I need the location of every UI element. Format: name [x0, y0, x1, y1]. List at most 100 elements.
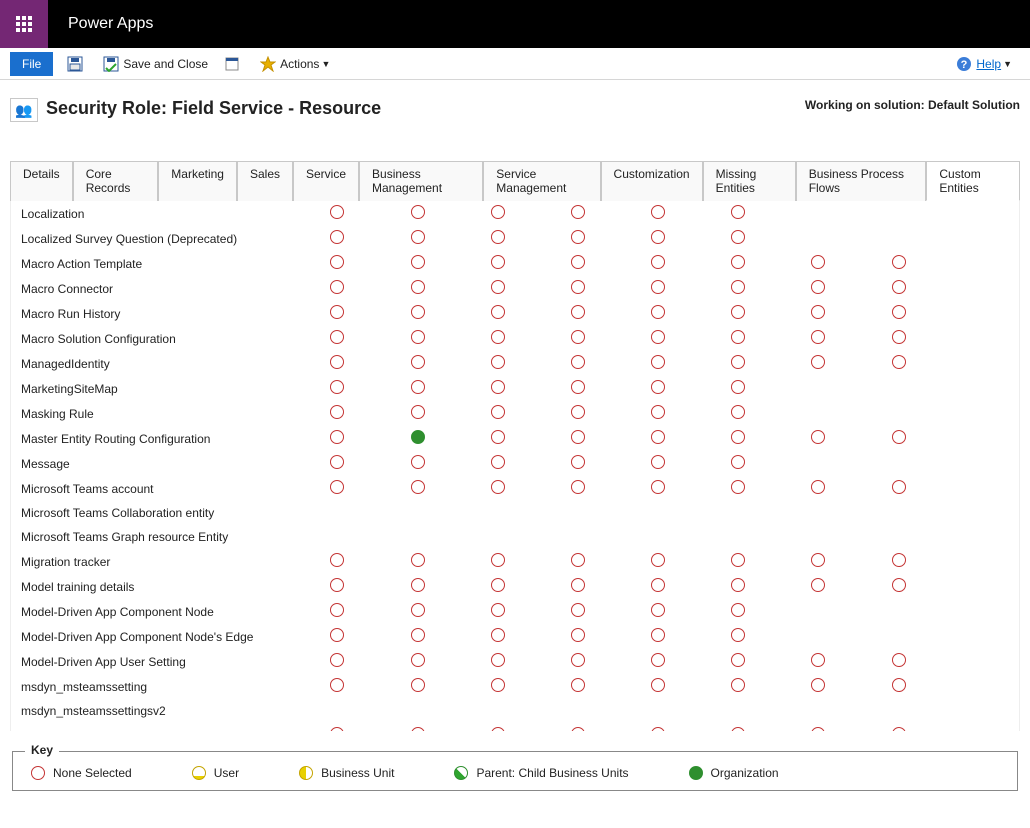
privilege-cell[interactable]: [618, 276, 698, 301]
privilege-cell[interactable]: [698, 699, 778, 723]
privilege-cell[interactable]: [859, 326, 939, 351]
none-icon[interactable]: [651, 330, 665, 344]
privilege-cell[interactable]: [859, 476, 939, 501]
none-icon[interactable]: [811, 280, 825, 294]
none-icon[interactable]: [651, 355, 665, 369]
tab-customization[interactable]: Customization: [601, 161, 703, 201]
none-icon[interactable]: [491, 330, 505, 344]
none-icon[interactable]: [491, 430, 505, 444]
none-icon[interactable]: [491, 578, 505, 592]
privilege-cell[interactable]: [859, 674, 939, 699]
privilege-cell[interactable]: [778, 476, 858, 501]
none-icon[interactable]: [411, 455, 425, 469]
none-icon[interactable]: [651, 603, 665, 617]
privilege-cell[interactable]: [618, 226, 698, 251]
none-icon[interactable]: [571, 455, 585, 469]
privilege-cell[interactable]: [458, 476, 538, 501]
privilege-cell[interactable]: [698, 201, 778, 226]
privilege-cell[interactable]: [297, 574, 377, 599]
privilege-cell[interactable]: [458, 301, 538, 326]
privilege-cell[interactable]: [698, 376, 778, 401]
privilege-cell[interactable]: [378, 624, 458, 649]
none-icon[interactable]: [651, 628, 665, 642]
privilege-cell[interactable]: [618, 201, 698, 226]
none-icon[interactable]: [731, 678, 745, 692]
privilege-cell[interactable]: [778, 326, 858, 351]
none-icon[interactable]: [411, 603, 425, 617]
none-icon[interactable]: [651, 430, 665, 444]
privilege-cell[interactable]: [859, 549, 939, 574]
privilege-cell[interactable]: [297, 226, 377, 251]
privilege-cell[interactable]: [538, 574, 618, 599]
none-icon[interactable]: [571, 430, 585, 444]
privilege-cell[interactable]: [698, 649, 778, 674]
privilege-cell[interactable]: [458, 351, 538, 376]
privilege-cell[interactable]: [778, 451, 858, 476]
privilege-cell[interactable]: [378, 549, 458, 574]
privilege-cell[interactable]: [618, 723, 698, 731]
none-icon[interactable]: [330, 455, 344, 469]
privilege-cell[interactable]: [378, 649, 458, 674]
privilege-cell[interactable]: [859, 201, 939, 226]
privilege-cell[interactable]: [859, 624, 939, 649]
none-icon[interactable]: [571, 380, 585, 394]
none-icon[interactable]: [491, 255, 505, 269]
privilege-cell[interactable]: [859, 525, 939, 549]
none-icon[interactable]: [892, 305, 906, 319]
privilege-cell[interactable]: [618, 401, 698, 426]
none-icon[interactable]: [811, 578, 825, 592]
none-icon[interactable]: [892, 480, 906, 494]
privilege-cell[interactable]: [378, 351, 458, 376]
privilege-cell[interactable]: [458, 376, 538, 401]
none-icon[interactable]: [491, 405, 505, 419]
none-icon[interactable]: [811, 355, 825, 369]
none-icon[interactable]: [731, 255, 745, 269]
privilege-cell[interactable]: [538, 426, 618, 451]
privilege-cell[interactable]: [939, 226, 1019, 251]
privilege-cell[interactable]: [538, 276, 618, 301]
none-icon[interactable]: [731, 578, 745, 592]
privilege-cell[interactable]: [378, 674, 458, 699]
none-icon[interactable]: [651, 455, 665, 469]
privilege-cell[interactable]: [538, 351, 618, 376]
tab-business-management[interactable]: Business Management: [359, 161, 483, 201]
privilege-cell[interactable]: [618, 376, 698, 401]
privilege-cell[interactable]: [378, 426, 458, 451]
privilege-cell[interactable]: [297, 326, 377, 351]
none-icon[interactable]: [411, 305, 425, 319]
none-icon[interactable]: [571, 578, 585, 592]
privilege-cell[interactable]: [538, 699, 618, 723]
tab-details[interactable]: Details: [10, 161, 73, 201]
privilege-cell[interactable]: [538, 723, 618, 731]
privilege-cell[interactable]: [618, 624, 698, 649]
privilege-cell[interactable]: [378, 723, 458, 731]
privilege-cell[interactable]: [297, 476, 377, 501]
privilege-cell[interactable]: [778, 426, 858, 451]
none-icon[interactable]: [731, 305, 745, 319]
privilege-cell[interactable]: [778, 674, 858, 699]
none-icon[interactable]: [571, 678, 585, 692]
privilege-cell[interactable]: [538, 501, 618, 525]
none-icon[interactable]: [411, 553, 425, 567]
privilege-cell[interactable]: [778, 276, 858, 301]
none-icon[interactable]: [811, 480, 825, 494]
none-icon[interactable]: [892, 280, 906, 294]
none-icon[interactable]: [651, 255, 665, 269]
privilege-cell[interactable]: [458, 525, 538, 549]
none-icon[interactable]: [411, 255, 425, 269]
none-icon[interactable]: [651, 653, 665, 667]
none-icon[interactable]: [892, 255, 906, 269]
none-icon[interactable]: [811, 255, 825, 269]
none-icon[interactable]: [892, 553, 906, 567]
privilege-cell[interactable]: [778, 723, 858, 731]
none-icon[interactable]: [731, 330, 745, 344]
privilege-cell[interactable]: [778, 525, 858, 549]
none-icon[interactable]: [491, 380, 505, 394]
none-icon[interactable]: [731, 380, 745, 394]
privilege-cell[interactable]: [859, 276, 939, 301]
privilege-cell[interactable]: [698, 674, 778, 699]
none-icon[interactable]: [651, 480, 665, 494]
none-icon[interactable]: [330, 305, 344, 319]
privilege-cell[interactable]: [458, 699, 538, 723]
privilege-cell[interactable]: [458, 201, 538, 226]
